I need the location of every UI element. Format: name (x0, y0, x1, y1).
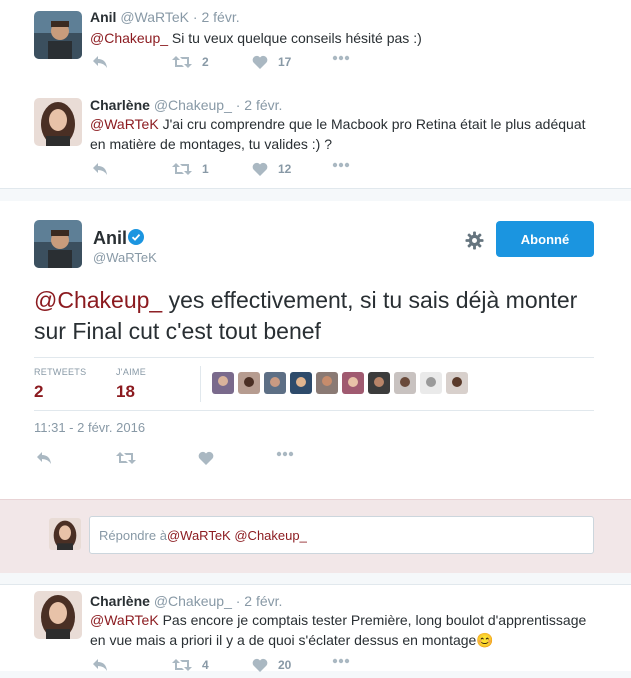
tweet-text-line2: en matière de montages, tu valides :) ? (90, 136, 333, 152)
heart-icon (252, 162, 268, 176)
author-handle[interactable]: @Chakeup_ (154, 97, 232, 113)
tweet-text-line2: en vue mais a priori il y a de quoi s'éc… (90, 632, 477, 648)
reply-tweet-charlene[interactable]: Charlène @Chakeup_ · 2 févr. @WaRTeK J'a… (0, 88, 631, 189)
retweet-icon (116, 452, 136, 464)
retweet-count: 1 (202, 162, 209, 176)
mention-link[interactable]: @WaRTeK (90, 612, 159, 628)
more-icon (332, 162, 350, 168)
main-author-name[interactable]: Anil (93, 228, 127, 249)
reply-icon (37, 452, 51, 464)
reply-tweet-charlene-2[interactable]: Charlène @Chakeup_ · 2 févr. @WaRTeK Pas… (0, 584, 631, 672)
reply-button[interactable] (92, 55, 108, 69)
likes-count[interactable]: 18 (116, 382, 135, 402)
liker-avatar[interactable] (420, 372, 442, 394)
author-handle[interactable]: @Chakeup_ (154, 593, 232, 609)
reply-button[interactable] (92, 162, 108, 176)
tweet-date[interactable]: · 2 févr. (193, 9, 240, 25)
likes-label: J'AIME (116, 367, 147, 377)
retweet-button[interactable]: 2 (172, 55, 209, 69)
retweets-label: RETWEETS (34, 367, 87, 377)
separator (0, 189, 631, 201)
reply-mention-2: @Chakeup_ (234, 527, 307, 543)
mention-link[interactable]: @Chakeup_ (34, 287, 162, 313)
tweet-date[interactable]: · 2 févr. (236, 97, 283, 113)
reply-icon (93, 163, 107, 175)
avatar-charlene[interactable] (34, 591, 82, 639)
retweet-count: 2 (202, 55, 209, 69)
tweet-timestamp[interactable]: 11:31 - 2 févr. 2016 (34, 420, 145, 435)
liker-avatar[interactable] (238, 372, 260, 394)
retweets-count[interactable]: 2 (34, 382, 43, 402)
liker-avatar[interactable] (264, 372, 286, 394)
tweet-text-line1: Pas encore je comptais tester Première, … (158, 612, 587, 628)
mention-link[interactable]: @WaRTeK (90, 116, 159, 132)
reply-composer: Répondre à @WaRTeK @Chakeup_ (0, 499, 631, 574)
like-button[interactable] (198, 451, 214, 465)
like-count: 17 (278, 55, 292, 69)
reply-icon (93, 56, 107, 68)
retweet-icon (172, 56, 192, 68)
heart-icon (252, 55, 268, 69)
reply-tweet-anil[interactable]: Anil @WaRTeK · 2 févr. @Chakeup_ Si tu v… (0, 0, 631, 89)
avatar-charlene[interactable] (34, 98, 82, 146)
retweet-button[interactable] (116, 451, 136, 465)
more-button[interactable] (332, 658, 350, 664)
avatar-anil[interactable] (34, 11, 82, 59)
reply-mention-1: @WaRTeK (166, 527, 231, 543)
liker-avatar[interactable] (446, 372, 468, 394)
more-icon (276, 451, 294, 457)
stats-divider (200, 366, 201, 402)
liker-avatar[interactable] (316, 372, 338, 394)
gear-icon[interactable] (465, 231, 484, 250)
more-button[interactable] (332, 162, 350, 168)
current-user-avatar[interactable] (49, 518, 81, 550)
avatar-anil-main[interactable] (34, 220, 82, 268)
reply-button[interactable] (36, 451, 52, 465)
more-icon (332, 55, 350, 61)
like-button[interactable]: 12 (252, 162, 291, 176)
author-name[interactable]: Charlène (90, 593, 150, 609)
like-button[interactable]: 17 (252, 55, 291, 69)
author-handle[interactable]: @WaRTeK (120, 9, 189, 25)
liker-avatar[interactable] (212, 372, 234, 394)
tweet-text-line1: J'ai cru comprendre que le Macbook pro R… (158, 116, 586, 132)
main-tweet-text: @Chakeup_ yes effectivement, si tu sais … (34, 285, 594, 347)
more-icon (332, 658, 350, 664)
liker-avatar[interactable] (368, 372, 390, 394)
tweet-text: Si tu veux quelque conseils hésité pas :… (168, 30, 422, 46)
verified-badge-icon (128, 229, 144, 245)
follow-button[interactable]: Abonné (496, 221, 594, 257)
likers-avatars (212, 372, 472, 394)
more-button[interactable] (276, 451, 294, 457)
author-name[interactable]: Anil (90, 9, 116, 25)
tweet-stats: RETWEETS 2 J'AIME 18 (34, 357, 594, 411)
author-name[interactable]: Charlène (90, 97, 150, 113)
mention-link[interactable]: @Chakeup_ (90, 30, 168, 46)
tweet-date[interactable]: · 2 févr. (236, 593, 283, 609)
liker-avatar[interactable] (290, 372, 312, 394)
like-count: 12 (278, 162, 292, 176)
separator (0, 573, 631, 584)
liker-avatar[interactable] (394, 372, 416, 394)
liker-avatar[interactable] (342, 372, 364, 394)
reply-input[interactable]: Répondre à @WaRTeK @Chakeup_ (89, 516, 594, 554)
smile-emoji-icon: 😊 (476, 632, 494, 648)
more-button[interactable] (332, 55, 350, 61)
main-author-handle[interactable]: @WaRTeK (93, 250, 157, 265)
heart-icon (198, 451, 214, 465)
reply-prefix: Répondre à (99, 527, 167, 543)
retweet-icon (172, 163, 192, 175)
retweet-button[interactable]: 1 (172, 162, 209, 176)
